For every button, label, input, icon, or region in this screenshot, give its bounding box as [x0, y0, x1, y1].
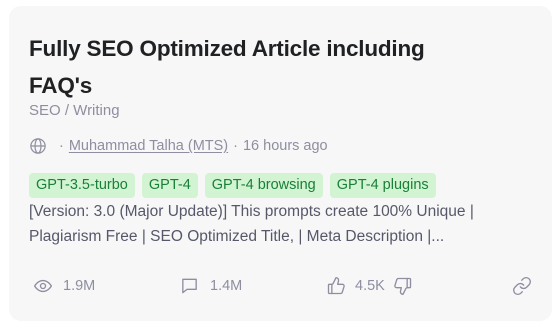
tag-gpt-4-plugins[interactable]: GPT-4 plugins: [329, 173, 436, 198]
timestamp: 16 hours ago: [242, 138, 328, 154]
link-icon[interactable]: [512, 276, 532, 301]
tag-gpt-4[interactable]: GPT-4: [141, 173, 198, 198]
comments-stat[interactable]: 1.4M: [179, 276, 242, 296]
thumbs-up-icon[interactable]: [326, 276, 346, 296]
eye-icon: [33, 276, 53, 296]
meta-separator: ·: [233, 138, 238, 154]
prompt-description: [Version: 3.0 (Major Update)] This promp…: [29, 203, 474, 245]
meta-separator: ·: [59, 138, 64, 154]
thumbs-down-icon[interactable]: [393, 276, 413, 296]
votes-stat: 4.5K: [326, 276, 413, 296]
prompt-card[interactable]: Fully SEO Optimized Article including FA…: [9, 6, 552, 321]
views-count: 1.9M: [63, 278, 96, 294]
prompt-title[interactable]: Fully SEO Optimized Article including FA…: [29, 30, 449, 104]
prompt-meta: · Muhammad Talha (MTS) · 16 hours ago: [29, 137, 328, 155]
comments-count: 1.4M: [210, 278, 243, 294]
prompt-stats: 1.9M 1.4M 4.5K: [29, 276, 532, 298]
author-link[interactable]: Muhammad Talha (MTS): [69, 138, 228, 154]
likes-count: 4.5K: [355, 278, 385, 294]
tag-gpt-3-5-turbo[interactable]: GPT-3.5-turbo: [29, 173, 135, 198]
tag-gpt-4-browsing[interactable]: GPT-4 browsing: [204, 173, 323, 198]
model-tags: GPT-3.5-turbo GPT-4 GPT-4 browsing GPT-4…: [29, 173, 436, 198]
globe-icon: [29, 137, 47, 155]
prompt-category: SEO / Writing: [29, 102, 120, 119]
views-stat: 1.9M: [33, 276, 95, 296]
comment-icon: [179, 276, 200, 296]
